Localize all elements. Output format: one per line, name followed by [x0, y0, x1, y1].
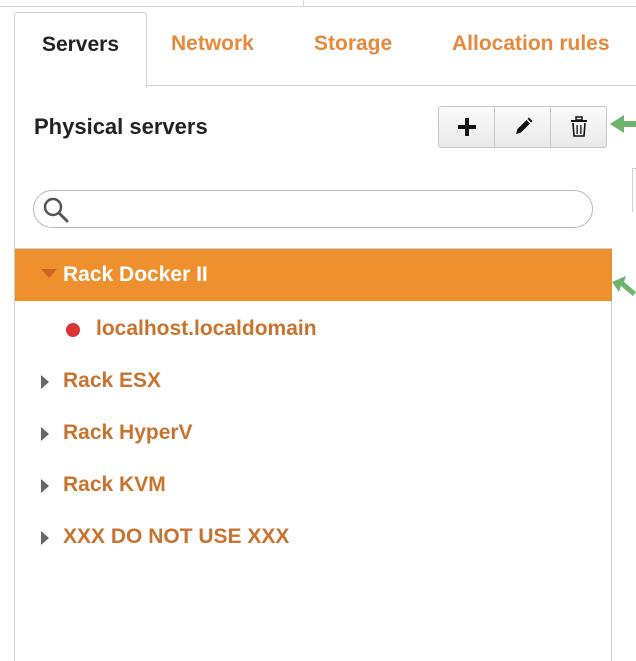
status-dot-icon	[66, 323, 80, 337]
server-toolbar	[438, 106, 607, 148]
caret-right-icon[interactable]	[41, 427, 49, 441]
search-input[interactable]	[74, 195, 578, 225]
tree-item-label: Rack Docker II	[63, 263, 208, 286]
pencil-icon	[515, 117, 532, 134]
tab-bar-border	[146, 85, 636, 86]
tab-servers-label: Servers	[41, 33, 120, 56]
tree-item-rack-docker-ii[interactable]: Rack Docker II	[15, 249, 612, 301]
tree-item-rack-hyperv[interactable]: Rack HyperV	[15, 407, 612, 459]
tab-allocation-rules[interactable]: Allocation rules	[452, 12, 610, 76]
annotation-arrow-icon	[610, 115, 636, 133]
tree-item-rack-esx[interactable]: Rack ESX	[15, 355, 612, 407]
tree-item-label: Rack HyperV	[63, 421, 193, 444]
top-divider-tick	[303, 0, 304, 6]
edit-button[interactable]	[495, 107, 551, 147]
add-button[interactable]	[439, 107, 495, 147]
delete-button[interactable]	[551, 107, 606, 147]
plus-icon	[457, 118, 476, 136]
caret-right-icon[interactable]	[41, 479, 49, 493]
physical-servers-view: Servers Network Storage Allocation rules…	[0, 0, 636, 661]
search-box	[33, 190, 593, 228]
tree-item-xxx-do-not-use[interactable]: XXX DO NOT USE XXX	[15, 511, 612, 563]
tree-item-label: localhost.localdomain	[96, 317, 317, 340]
annotation-arrow-icon	[612, 276, 636, 296]
tree-item-server[interactable]: localhost.localdomain	[15, 303, 612, 355]
server-tree: Rack Docker II localhost.localdomain Rac…	[14, 248, 612, 661]
trash-icon	[570, 116, 587, 137]
caret-right-icon[interactable]	[41, 531, 49, 545]
panel-title: Physical servers	[34, 114, 208, 139]
tab-network[interactable]: Network	[171, 12, 254, 76]
tree-item-label: Rack ESX	[63, 369, 162, 392]
search-icon	[43, 197, 69, 223]
caret-right-icon[interactable]	[41, 375, 49, 389]
tab-storage[interactable]: Storage	[314, 12, 392, 76]
tree-item-rack-kvm[interactable]: Rack KVM	[15, 459, 612, 511]
detail-panel-border	[632, 168, 633, 212]
tree-item-label: Rack KVM	[63, 473, 166, 496]
tab-servers[interactable]: Servers	[14, 12, 147, 87]
top-divider	[0, 6, 636, 7]
caret-down-icon[interactable]	[41, 269, 57, 279]
tree-item-label: XXX DO NOT USE XXX	[63, 525, 290, 548]
